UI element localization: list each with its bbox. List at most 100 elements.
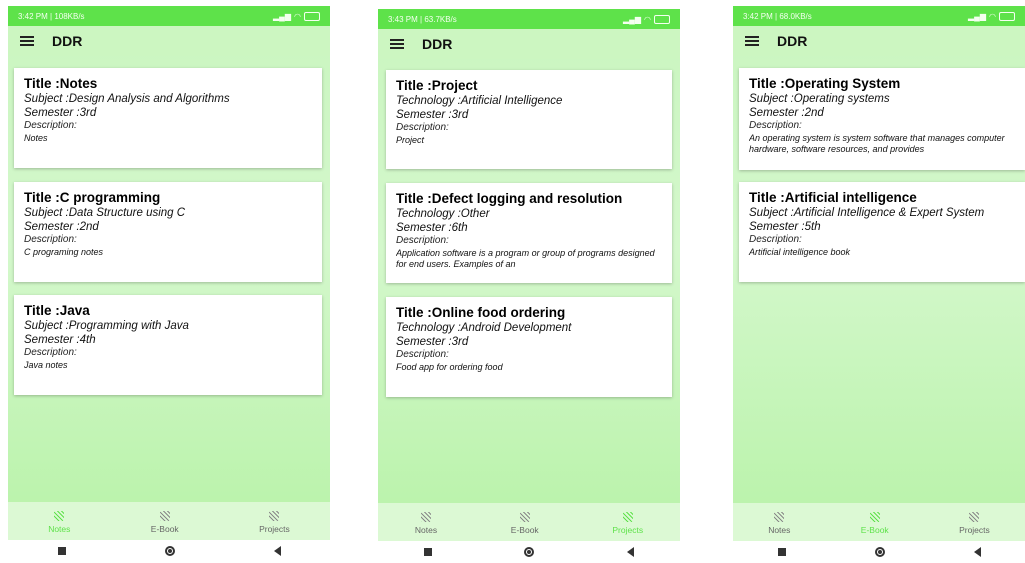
- ebook-icon: [519, 511, 530, 522]
- card-description-label: Description:: [24, 234, 77, 245]
- system-nav-bar: [8, 540, 330, 562]
- status-bar: 3:42 PM | 68.0KB/s ▂▄▆ ◠: [733, 6, 1025, 26]
- tab-label: Notes: [768, 524, 791, 535]
- card-title: Title :Java: [24, 303, 90, 318]
- card-title: Title :Defect logging and resolution: [396, 191, 623, 206]
- card-title: Title :Notes: [24, 76, 98, 91]
- card-semester: Semester :3rd: [24, 107, 97, 119]
- phone-screen-ebook: 3:42 PM | 68.0KB/s ▂▄▆ ◠ DDR Title :Oper…: [733, 6, 1025, 541]
- card-semester: Semester :4th: [24, 334, 96, 346]
- list-item[interactable]: Title :C programming Subject :Data Struc…: [14, 182, 322, 282]
- card-subject: Subject :Programming with Java: [24, 320, 189, 332]
- bottom-nav: Notes E-Book Projects: [8, 502, 330, 540]
- card-title: Title :Operating System: [749, 76, 901, 91]
- home-icon[interactable]: [874, 547, 885, 557]
- card-semester: Semester :2nd: [749, 107, 824, 119]
- card-subject: Subject :Design Analysis and Algorithms: [24, 93, 230, 105]
- tab-notes[interactable]: Notes: [414, 511, 438, 535]
- tab-label: Projects: [259, 523, 290, 534]
- card-description-label: Description:: [749, 120, 802, 131]
- tab-label: Notes: [414, 524, 438, 535]
- tab-projects[interactable]: Projects: [612, 511, 644, 535]
- wifi-icon: ◠: [989, 11, 996, 21]
- list-item[interactable]: Title :Artificial intelligence Subject :…: [739, 182, 1025, 282]
- phone-screen-projects: 3:43 PM | 63.7KB/s ▂▄▆ ◠ DDR Title :Proj…: [378, 9, 680, 541]
- list-item[interactable]: Title :Notes Subject :Design Analysis an…: [14, 68, 322, 168]
- phone-screen-notes: 3:42 PM | 108KB/s ▂▄▆ ◠ DDR Title :Notes…: [8, 6, 330, 540]
- list-item[interactable]: Title :Java Subject :Programming with Ja…: [14, 295, 322, 395]
- tab-projects[interactable]: Projects: [959, 511, 990, 535]
- tab-projects[interactable]: Projects: [259, 510, 290, 534]
- home-icon[interactable]: [164, 546, 175, 556]
- tab-ebook[interactable]: E-Book: [510, 511, 539, 535]
- card-semester: Semester :3rd: [396, 109, 469, 121]
- card-title: Title :Online food ordering: [396, 305, 566, 320]
- list-item[interactable]: Title :Defect logging and resolution Tec…: [386, 183, 672, 283]
- list-item[interactable]: Title :Project Technology :Artificial In…: [386, 70, 672, 169]
- card-technology: Technology :Other: [396, 208, 490, 220]
- signal-icon: ▂▄▆: [968, 11, 987, 21]
- card-description-label: Description:: [396, 122, 449, 133]
- projects-icon: [622, 511, 633, 522]
- projects-icon: [969, 511, 980, 522]
- app-title: DDR: [777, 33, 808, 49]
- tab-label: Projects: [612, 524, 644, 535]
- card-technology: Technology :Artificial Intelligence: [396, 95, 563, 107]
- battery-icon: [304, 11, 320, 21]
- tab-label: E-Book: [510, 524, 539, 535]
- card-description-label: Description:: [24, 120, 77, 131]
- card-semester: Semester :3rd: [396, 336, 469, 348]
- notes-icon: [774, 511, 785, 522]
- card-title: Title :C programming: [24, 190, 161, 205]
- card-technology: Technology :Android Development: [396, 322, 572, 334]
- menu-icon[interactable]: [390, 39, 404, 49]
- tab-label: Notes: [48, 523, 71, 534]
- wifi-icon: ◠: [294, 11, 301, 21]
- card-description: Food app for ordering food: [396, 362, 503, 372]
- card-subject: Subject :Artificial Intelligence & Exper…: [749, 207, 985, 219]
- back-icon[interactable]: [626, 547, 634, 557]
- card-description: C programing notes: [24, 247, 104, 257]
- status-time: 3:42 PM | 68.0KB/s: [743, 11, 812, 21]
- home-icon[interactable]: [524, 547, 535, 557]
- tab-label: E-Book: [150, 523, 179, 534]
- ebook-icon: [869, 511, 880, 522]
- wifi-icon: ◠: [644, 14, 651, 24]
- tab-ebook[interactable]: E-Book: [150, 510, 179, 534]
- system-nav-bar: [378, 541, 680, 563]
- back-icon[interactable]: [273, 546, 281, 556]
- status-icons: ▂▄▆ ◠: [273, 11, 320, 21]
- card-title: Title :Artificial intelligence: [749, 190, 917, 205]
- tab-notes[interactable]: Notes: [48, 510, 71, 534]
- card-description: Artificial intelligence book: [749, 247, 851, 257]
- card-description-label: Description:: [396, 235, 449, 246]
- app-title: DDR: [422, 36, 453, 52]
- tab-notes[interactable]: Notes: [768, 511, 791, 535]
- card-semester: Semester :6th: [396, 222, 468, 234]
- tab-label: Projects: [959, 524, 990, 535]
- list-item[interactable]: Title :Online food ordering Technology :…: [386, 297, 672, 397]
- recents-icon[interactable]: [424, 548, 433, 556]
- card-subject: Subject :Operating systems: [749, 93, 890, 105]
- signal-icon: ▂▄▆: [273, 11, 292, 21]
- card-semester: Semester :5th: [749, 221, 821, 233]
- card-description: Notes: [24, 133, 48, 143]
- card-title: Title :Project: [396, 78, 478, 93]
- card-subject: Subject :Data Structure using C: [24, 207, 186, 219]
- card-description-label: Description:: [396, 349, 449, 360]
- status-time: 3:43 PM | 63.7KB/s: [388, 14, 457, 24]
- recents-icon[interactable]: [57, 547, 66, 555]
- status-time: 3:42 PM | 108KB/s: [18, 11, 85, 21]
- notes-icon: [420, 511, 431, 522]
- card-description: Application software is a program or gro…: [396, 248, 655, 269]
- menu-icon[interactable]: [745, 36, 759, 46]
- tab-ebook[interactable]: E-Book: [861, 511, 889, 535]
- ebook-icon: [159, 510, 170, 521]
- status-icons: ▂▄▆ ◠: [968, 11, 1015, 21]
- status-bar: 3:43 PM | 63.7KB/s ▂▄▆ ◠: [378, 9, 680, 29]
- recents-icon[interactable]: [777, 548, 786, 556]
- back-icon[interactable]: [973, 547, 981, 557]
- menu-icon[interactable]: [20, 36, 34, 46]
- app-title: DDR: [52, 33, 83, 49]
- list-item[interactable]: Title :Operating System Subject :Operati…: [739, 68, 1025, 170]
